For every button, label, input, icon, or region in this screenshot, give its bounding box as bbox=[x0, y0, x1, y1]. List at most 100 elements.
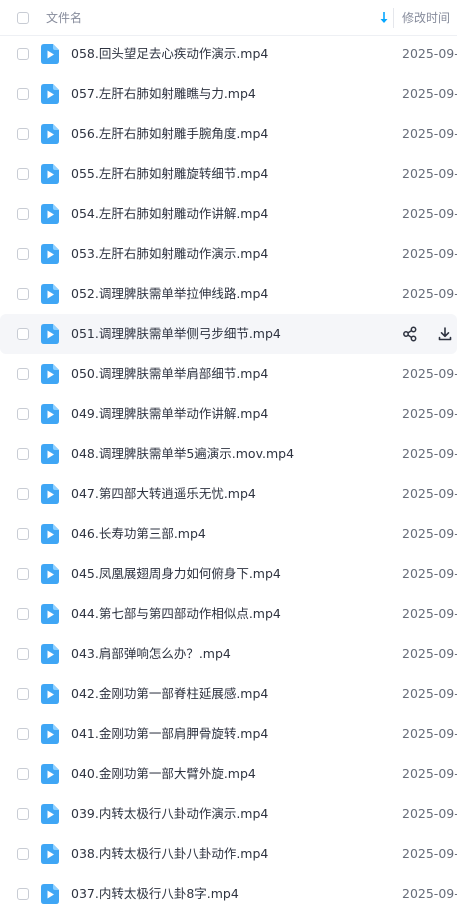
file-name[interactable]: 046.长寿功第三部.mp4 bbox=[71, 526, 206, 542]
file-list: 文件名 修改时间 058.回头望足去心疾动作演示.mp4 2025-09-1 0… bbox=[0, 0, 457, 922]
file-row[interactable]: 050.调理脾肤需单举肩部细节.mp4 2025-09-1 bbox=[0, 354, 457, 394]
file-name[interactable]: 041.金刚功第一部肩胛骨旋转.mp4 bbox=[71, 726, 268, 742]
row-checkbox[interactable] bbox=[17, 528, 29, 540]
row-checkbox[interactable] bbox=[17, 648, 29, 660]
file-modified-time: 2025-09-1 bbox=[402, 726, 457, 741]
file-modified-time: 2025-09-1 bbox=[402, 766, 457, 781]
row-checkbox[interactable] bbox=[17, 128, 29, 140]
file-name[interactable]: 055.左肝右肺如射雕旋转细节.mp4 bbox=[71, 166, 268, 182]
file-row[interactable]: 053.左肝右肺如射雕动作演示.mp4 2025-09-1 bbox=[0, 234, 457, 274]
row-checkbox[interactable] bbox=[17, 568, 29, 580]
file-modified-time: 2025-09-1 bbox=[402, 806, 457, 821]
file-modified-time: 2025-09-1 bbox=[402, 46, 457, 61]
file-row[interactable]: 047.第四部大转逍遥乐无忧.mp4 2025-09-1 bbox=[0, 474, 457, 514]
file-name[interactable]: 058.回头望足去心疾动作演示.mp4 bbox=[71, 46, 268, 62]
file-name[interactable]: 054.左肝右肺如射雕动作讲解.mp4 bbox=[71, 206, 268, 222]
file-row[interactable]: 046.长寿功第三部.mp4 2025-09-1 bbox=[0, 514, 457, 554]
file-modified-time: 2025-09-1 bbox=[402, 606, 457, 621]
file-name[interactable]: 050.调理脾肤需单举肩部细节.mp4 bbox=[71, 366, 268, 382]
file-row[interactable]: 051.调理脾肤需单举侧弓步细节.mp4 bbox=[0, 314, 457, 354]
file-modified-time: 2025-09-1 bbox=[402, 646, 457, 661]
download-icon[interactable] bbox=[437, 326, 453, 342]
list-header: 文件名 修改时间 bbox=[0, 0, 457, 36]
video-file-play-icon bbox=[41, 484, 59, 504]
file-row[interactable]: 042.金刚功第一部脊柱延展感.mp4 2025-09-1 bbox=[0, 674, 457, 714]
video-file-play-icon bbox=[41, 44, 59, 64]
file-name[interactable]: 040.金刚功第一部大臂外旋.mp4 bbox=[71, 766, 256, 782]
column-header-name[interactable]: 文件名 bbox=[46, 10, 82, 26]
file-name[interactable]: 051.调理脾肤需单举侧弓步细节.mp4 bbox=[71, 326, 281, 342]
row-checkbox[interactable] bbox=[17, 368, 29, 380]
row-checkbox[interactable] bbox=[17, 848, 29, 860]
video-file-play-icon bbox=[41, 564, 59, 584]
video-file-play-icon bbox=[41, 404, 59, 424]
file-name[interactable]: 042.金刚功第一部脊柱延展感.mp4 bbox=[71, 686, 268, 702]
row-checkbox[interactable] bbox=[17, 288, 29, 300]
file-modified-time: 2025-09-1 bbox=[402, 286, 457, 301]
sort-descending-arrow-icon[interactable] bbox=[379, 11, 389, 25]
row-checkbox[interactable] bbox=[17, 808, 29, 820]
file-row[interactable]: 038.内转太极行八卦八卦动作.mp4 2025-09-1 bbox=[0, 834, 457, 874]
file-row[interactable]: 037.内转太极行八卦8字.mp4 2025-09-1 bbox=[0, 874, 457, 914]
row-checkbox[interactable] bbox=[17, 408, 29, 420]
video-file-play-icon bbox=[41, 204, 59, 224]
select-all-checkbox[interactable] bbox=[17, 12, 29, 24]
file-row[interactable]: 055.左肝右肺如射雕旋转细节.mp4 2025-09-1 bbox=[0, 154, 457, 194]
video-file-play-icon bbox=[41, 724, 59, 744]
row-checkbox[interactable] bbox=[17, 488, 29, 500]
file-modified-time: 2025-09-1 bbox=[402, 686, 457, 701]
video-file-play-icon bbox=[41, 764, 59, 784]
share-icon[interactable] bbox=[402, 326, 418, 342]
file-row[interactable]: 044.第七部与第四部动作相似点.mp4 2025-09-1 bbox=[0, 594, 457, 634]
file-row[interactable]: 040.金刚功第一部大臂外旋.mp4 2025-09-1 bbox=[0, 754, 457, 794]
file-modified-time: 2025-09-1 bbox=[402, 166, 457, 181]
file-name[interactable]: 038.内转太极行八卦八卦动作.mp4 bbox=[71, 846, 268, 862]
row-checkbox[interactable] bbox=[17, 248, 29, 260]
column-header-modified-time[interactable]: 修改时间 bbox=[402, 10, 450, 26]
file-name[interactable]: 044.第七部与第四部动作相似点.mp4 bbox=[71, 606, 281, 622]
row-checkbox[interactable] bbox=[17, 728, 29, 740]
file-row[interactable]: 052.调理脾肤需单举拉伸线路.mp4 2025-09-1 bbox=[0, 274, 457, 314]
file-modified-time: 2025-09-1 bbox=[402, 886, 457, 901]
column-divider[interactable] bbox=[393, 8, 394, 28]
file-row[interactable]: 049.调理脾肤需单举动作讲解.mp4 2025-09-1 bbox=[0, 394, 457, 434]
file-name[interactable]: 052.调理脾肤需单举拉伸线路.mp4 bbox=[71, 286, 268, 302]
file-name[interactable]: 049.调理脾肤需单举动作讲解.mp4 bbox=[71, 406, 268, 422]
file-modified-time: 2025-09-1 bbox=[402, 206, 457, 221]
row-checkbox[interactable] bbox=[17, 48, 29, 60]
file-row[interactable]: 048.调理脾肤需单举5遍演示.mov.mp4 2025-09-1 bbox=[0, 434, 457, 474]
row-checkbox[interactable] bbox=[17, 168, 29, 180]
row-checkbox[interactable] bbox=[17, 688, 29, 700]
file-row[interactable]: 045.凤凰展翅周身力如何俯身下.mp4 2025-09-1 bbox=[0, 554, 457, 594]
row-checkbox[interactable] bbox=[17, 328, 29, 340]
row-checkbox[interactable] bbox=[17, 768, 29, 780]
file-name[interactable]: 045.凤凰展翅周身力如何俯身下.mp4 bbox=[71, 566, 281, 582]
file-row[interactable]: 041.金刚功第一部肩胛骨旋转.mp4 2025-09-1 bbox=[0, 714, 457, 754]
file-row[interactable]: 054.左肝右肺如射雕动作讲解.mp4 2025-09-1 bbox=[0, 194, 457, 234]
file-name[interactable]: 056.左肝右肺如射雕手腕角度.mp4 bbox=[71, 126, 268, 142]
file-rows: 058.回头望足去心疾动作演示.mp4 2025-09-1 057.左肝右肺如射… bbox=[0, 34, 457, 914]
video-file-play-icon bbox=[41, 124, 59, 144]
row-checkbox[interactable] bbox=[17, 608, 29, 620]
file-name[interactable]: 057.左肝右肺如射雕瞧与力.mp4 bbox=[71, 86, 256, 102]
row-checkbox[interactable] bbox=[17, 88, 29, 100]
file-name[interactable]: 039.内转太极行八卦动作演示.mp4 bbox=[71, 806, 268, 822]
row-checkbox[interactable] bbox=[17, 448, 29, 460]
row-checkbox[interactable] bbox=[17, 208, 29, 220]
file-name[interactable]: 047.第四部大转逍遥乐无忧.mp4 bbox=[71, 486, 256, 502]
video-file-play-icon bbox=[41, 444, 59, 464]
file-name[interactable]: 053.左肝右肺如射雕动作演示.mp4 bbox=[71, 246, 268, 262]
file-row[interactable]: 043.肩部弹响怎么办？.mp4 2025-09-1 bbox=[0, 634, 457, 674]
file-row[interactable]: 058.回头望足去心疾动作演示.mp4 2025-09-1 bbox=[0, 34, 457, 74]
video-file-play-icon bbox=[41, 644, 59, 664]
file-name[interactable]: 037.内转太极行八卦8字.mp4 bbox=[71, 886, 239, 902]
file-row[interactable]: 057.左肝右肺如射雕瞧与力.mp4 2025-09-1 bbox=[0, 74, 457, 114]
file-row[interactable]: 056.左肝右肺如射雕手腕角度.mp4 2025-09-1 bbox=[0, 114, 457, 154]
video-file-play-icon bbox=[41, 804, 59, 824]
file-name[interactable]: 048.调理脾肤需单举5遍演示.mov.mp4 bbox=[71, 446, 294, 462]
file-modified-time: 2025-09-1 bbox=[402, 406, 457, 421]
video-file-play-icon bbox=[41, 84, 59, 104]
file-name[interactable]: 043.肩部弹响怎么办？.mp4 bbox=[71, 646, 231, 662]
file-row[interactable]: 039.内转太极行八卦动作演示.mp4 2025-09-1 bbox=[0, 794, 457, 834]
row-checkbox[interactable] bbox=[17, 888, 29, 900]
